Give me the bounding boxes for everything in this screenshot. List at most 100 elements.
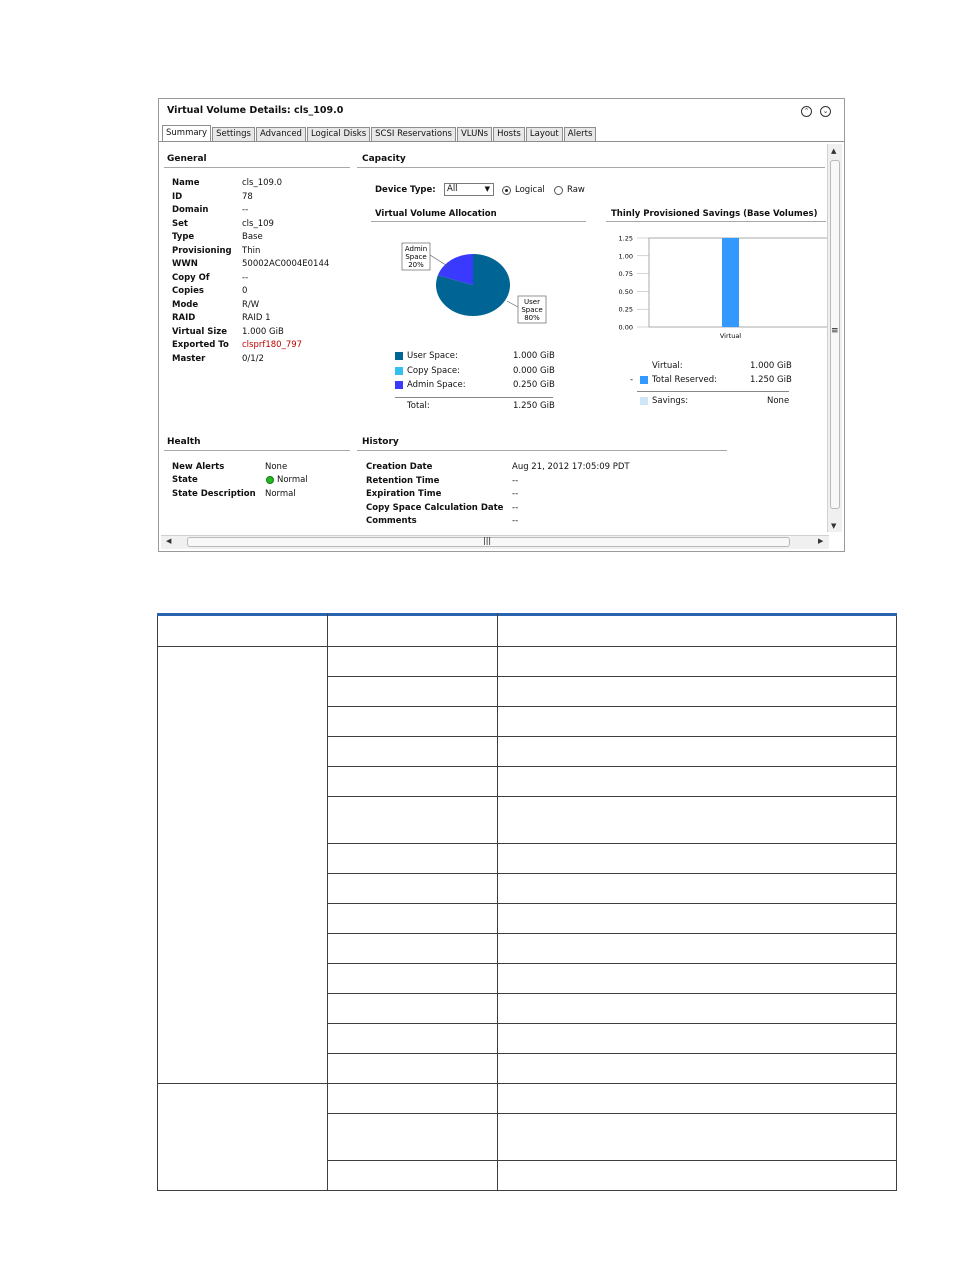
tab-logical-disks[interactable]: Logical Disks (306, 127, 371, 141)
general-row: Exported To clsprf180_797 (172, 340, 352, 354)
table-row-divider (327, 706, 897, 707)
general-row-label: Mode (172, 299, 199, 310)
allocation-pie-chart: AdminSpace20%UserSpace80% (401, 242, 547, 324)
general-row: Domain -- (172, 205, 352, 219)
scroll-up-icon[interactable]: ▲ (831, 147, 836, 155)
history-row-value: -- (512, 502, 519, 513)
general-row-label: Name (172, 178, 200, 188)
general-row: Master 0/1/2 (172, 354, 352, 368)
virtual-value: 1.000 GiB (750, 361, 792, 371)
legend-item: User Space: 1.000 GiB (395, 351, 555, 366)
tab-alerts[interactable]: Alerts (563, 127, 597, 141)
tab-advanced[interactable]: Advanced (255, 127, 306, 141)
tab-layout[interactable]: Layout (525, 127, 563, 141)
table-row-divider (327, 1113, 897, 1114)
general-row: Provisioning Thin (172, 246, 352, 260)
pie-label-leader (506, 300, 519, 308)
exported-to-link[interactable]: clsprf180_797 (242, 340, 302, 350)
health-rule (164, 450, 350, 451)
legend-value: 0.250 GiB (513, 380, 555, 390)
table-row-divider (327, 1053, 897, 1054)
general-rule (164, 167, 350, 168)
device-type-value: All (447, 184, 458, 194)
reserved-dash: - (630, 375, 634, 385)
general-row-label: RAID (172, 313, 196, 323)
bar-plot-area (648, 237, 839, 328)
general-row: Mode R/W (172, 300, 352, 314)
state-description-value: Normal (265, 489, 296, 499)
tab-settings[interactable]: Settings (212, 127, 255, 141)
savings-value: None (767, 396, 790, 406)
savings-rule (606, 221, 826, 222)
tab-summary[interactable]: Summary (162, 125, 212, 141)
horizontal-grip: ||| (483, 536, 492, 545)
general-row: Name cls_109.0 (172, 178, 352, 192)
history-row: Retention Time -- (366, 476, 686, 490)
window-title: Virtual Volume Details: cls_109.0 (167, 105, 344, 116)
general-row: WWN 50002AC0004E0144 (172, 259, 352, 273)
total-rule (395, 397, 553, 398)
tab-hosts[interactable]: Hosts (493, 127, 525, 141)
chevron-down-icon: ▼ (484, 185, 490, 193)
legend-value: 1.000 GiB (513, 351, 555, 361)
y-tick-label: 0.25 (619, 306, 633, 314)
general-row-value: 50002AC0004E0144 (242, 259, 330, 269)
pie-label-text: Space (405, 253, 426, 261)
collapse-up-icon[interactable]: ⌃ (801, 106, 812, 117)
x-tick-label: Virtual (720, 332, 741, 340)
table-row-divider (327, 736, 897, 737)
general-row-value: -- (242, 205, 249, 215)
savings-bar-chart: 0.00 0.25 0.50 0.75 1.00 1.25 Virtual (619, 235, 839, 340)
savings-title: Thinly Provisioned Savings (Base Volumes… (611, 209, 818, 219)
history-row-label: Creation Date (366, 462, 433, 472)
reserved-swatch (640, 376, 648, 384)
general-row-label: Master (172, 353, 206, 364)
general-row-value: cls_109.0 (242, 178, 283, 188)
capacity-title: Capacity (362, 154, 406, 164)
new-alerts-label: New Alerts (172, 462, 225, 472)
savings-legend-rule (637, 391, 789, 392)
logical-radio-label: Logical (515, 185, 545, 195)
general-row-label: Copy Of (172, 272, 210, 283)
history-row: Copy Space Calculation Date -- (366, 503, 686, 517)
device-type-select[interactable]: All ▼ (444, 183, 494, 196)
general-row-value: cls_109 (242, 218, 274, 229)
general-row: Type Base (172, 232, 352, 246)
pie-label-text: Admin (405, 245, 427, 253)
raw-radio-label: Raw (567, 185, 585, 195)
general-row-label: Domain (172, 205, 209, 215)
tab-vluns[interactable]: VLUNs (456, 127, 493, 141)
reserved-value: 1.250 GiB (750, 375, 792, 385)
table-row-divider (327, 963, 897, 964)
scroll-right-icon[interactable]: ▶ (818, 537, 823, 545)
scroll-left-icon[interactable]: ◀ (166, 537, 171, 545)
history-row: Creation Date Aug 21, 2012 17:05:09 PDT (366, 462, 686, 476)
expand-down-icon[interactable]: ⌄ (820, 106, 831, 117)
history-row-label: Expiration Time (366, 489, 442, 499)
logical-radio[interactable] (502, 186, 511, 195)
raw-radio[interactable] (554, 186, 563, 195)
y-tick-label: 1.00 (619, 252, 633, 260)
legend-swatch (395, 381, 403, 389)
general-row-value: RAID 1 (242, 313, 271, 323)
pie-label-text: Space (521, 306, 542, 314)
general-row-value: Base (242, 232, 263, 242)
state-description-label: State Description (172, 489, 256, 499)
state-value: Normal (277, 475, 308, 485)
general-row-label: Exported To (172, 340, 229, 350)
table-row-divider (327, 766, 897, 767)
general-row-value: 0/1/2 (242, 353, 264, 364)
table-header-accent (157, 613, 897, 616)
y-tick-label: 0.00 (619, 324, 633, 332)
allocation-rule (371, 221, 586, 222)
history-row-value: Aug 21, 2012 17:05:09 PDT (512, 462, 630, 472)
legend-label: User Space: (407, 351, 458, 361)
tab-divider (159, 141, 844, 142)
y-tick-label: 1.25 (619, 235, 633, 243)
general-row-label: Virtual Size (172, 326, 228, 337)
tab-scsi-reservations[interactable]: SCSI Reservations (371, 127, 456, 141)
legend-item: Copy Space: 0.000 GiB (395, 366, 555, 381)
scroll-down-icon[interactable]: ▼ (831, 522, 836, 530)
pie-label-text: User (524, 298, 540, 306)
history-list: Creation Date Aug 21, 2012 17:05:09 PDT Re… (366, 462, 686, 530)
